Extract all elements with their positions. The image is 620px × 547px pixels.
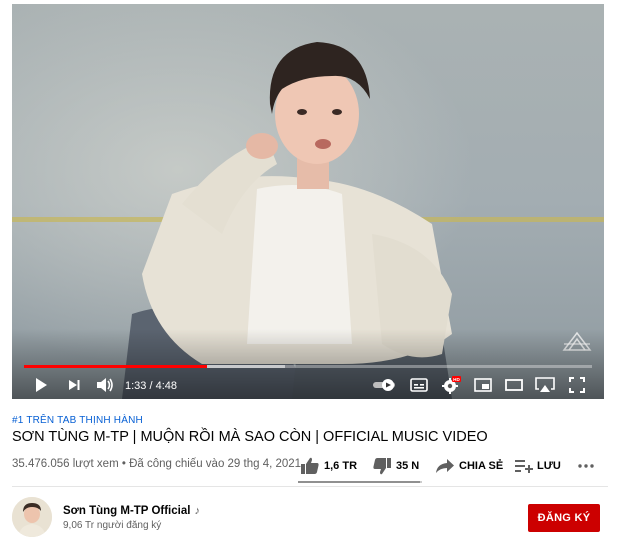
skip-next-icon (69, 380, 80, 390)
dislike-count: 35 N (396, 460, 420, 472)
avatar-image (12, 497, 52, 537)
subtitles-button[interactable] (408, 374, 430, 396)
fullscreen-icon (569, 377, 585, 393)
autoplay-toggle-icon (373, 379, 395, 391)
music-note-icon: ♪ (194, 505, 200, 517)
airplay-button[interactable] (534, 374, 556, 396)
miniplayer-icon (474, 378, 492, 392)
next-button[interactable] (63, 374, 85, 396)
save-button[interactable]: LƯU (515, 452, 561, 480)
play-icon (36, 378, 47, 392)
like-ratio-fill (298, 481, 420, 483)
channel-name[interactable]: Sơn Tùng M-TP Official ♪ (63, 505, 200, 517)
channel-avatar[interactable] (12, 497, 52, 537)
autoplay-toggle[interactable] (372, 374, 398, 396)
gear-icon: HD (442, 376, 461, 394)
playlist-add-icon (515, 460, 533, 473)
miniplayer-button[interactable] (472, 374, 494, 396)
play-button[interactable] (30, 374, 52, 396)
player-controls: 1:33 / 4:48 HD (12, 370, 604, 399)
fullscreen-button[interactable] (566, 374, 588, 396)
theater-mode-icon (505, 379, 523, 391)
like-button[interactable]: 1,6 TR (300, 452, 357, 480)
subtitles-icon (410, 378, 428, 392)
thumbs-down-icon (373, 458, 391, 475)
progress-bar[interactable] (24, 365, 592, 368)
channel-name-text: Sơn Tùng M-TP Official (63, 505, 191, 517)
share-label: CHIA SẺ (459, 460, 504, 472)
hd-badge: HD (453, 377, 460, 382)
time-display: 1:33 / 4:48 (125, 380, 177, 392)
like-ratio-bar (298, 481, 422, 483)
progress-played (24, 365, 208, 368)
dislike-button[interactable]: 35 N (372, 452, 419, 480)
video-player[interactable]: 1:33 / 4:48 HD (12, 4, 604, 399)
divider (12, 486, 608, 487)
airplay-icon (535, 377, 555, 392)
save-label: LƯU (537, 460, 561, 472)
video-meta: 35.476.056 lượt xem • Đã công chiếu vào … (12, 458, 302, 470)
share-button[interactable]: CHIA SẺ (435, 452, 503, 480)
settings-button[interactable]: HD (440, 374, 462, 396)
volume-button[interactable] (94, 374, 116, 396)
video-title: SƠN TÙNG M-TP | MUỘN RỒI MÀ SAO CÒN | OF… (12, 429, 488, 445)
subscribe-button[interactable]: ĐĂNG KÝ (528, 504, 600, 532)
subscriber-count: 9,06 Tr người đăng ký (63, 520, 162, 531)
thumbs-up-icon (301, 457, 319, 474)
volume-icon (97, 378, 113, 392)
more-horizontal-icon (578, 464, 594, 468)
theater-mode-button[interactable] (503, 374, 525, 396)
trending-hashtag[interactable]: #1 TRÊN TAB THỊNH HÀNH (12, 415, 143, 426)
share-icon (436, 459, 454, 473)
like-count: 1,6 TR (324, 460, 358, 472)
more-actions-button[interactable] (578, 452, 598, 480)
